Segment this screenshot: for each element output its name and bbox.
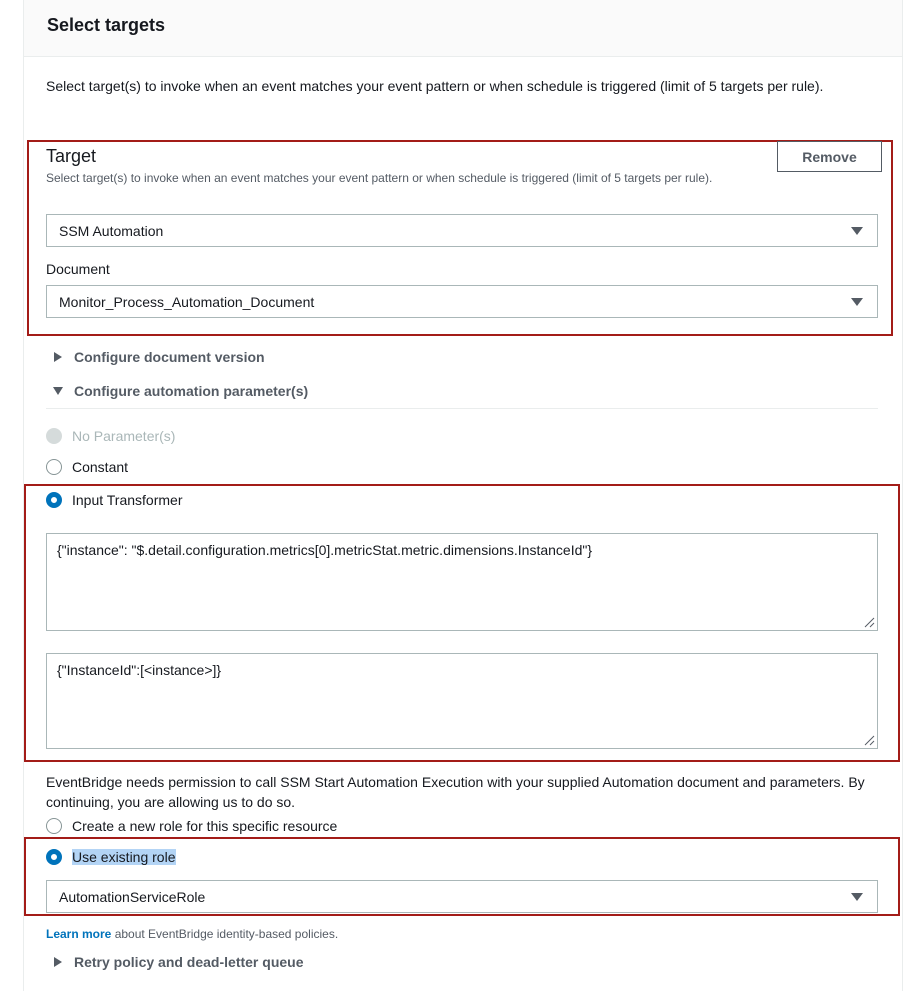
expander-label: Configure automation parameter(s) bbox=[74, 383, 309, 399]
radio-button bbox=[46, 849, 62, 865]
radio-create-new-role[interactable]: Create a new role for this specific reso… bbox=[46, 818, 337, 834]
divider bbox=[46, 408, 878, 409]
document-label: Document bbox=[46, 261, 110, 277]
radio-button bbox=[46, 428, 62, 444]
role-select[interactable]: AutomationServiceRole bbox=[46, 880, 878, 913]
radio-input-transformer[interactable]: Input Transformer bbox=[46, 492, 183, 508]
radio-label: No Parameter(s) bbox=[72, 428, 176, 444]
target-type-select[interactable]: SSM Automation bbox=[46, 214, 878, 247]
radio-use-existing-role[interactable]: Use existing role bbox=[46, 849, 176, 865]
input-path-value: {"instance": "$.detail.configuration.met… bbox=[57, 542, 593, 558]
retry-policy-expander[interactable]: Retry policy and dead-letter queue bbox=[54, 954, 304, 970]
input-template-value: {"InstanceId":[<instance>]} bbox=[57, 662, 222, 678]
radio-label: Constant bbox=[72, 459, 129, 475]
radio-label: Use existing role bbox=[72, 849, 176, 865]
document-select[interactable]: Monitor_Process_Automation_Document bbox=[46, 285, 878, 318]
caret-right-icon bbox=[54, 352, 62, 362]
radio-no-parameters[interactable]: No Parameter(s) bbox=[46, 428, 175, 444]
radio-button bbox=[46, 818, 62, 834]
resize-handle-icon[interactable] bbox=[863, 616, 875, 628]
input-path-textarea[interactable]: {"instance": "$.detail.configuration.met… bbox=[46, 533, 878, 631]
panel-header: Select targets bbox=[24, 0, 902, 57]
caret-down-icon bbox=[851, 227, 863, 235]
target-title: Target bbox=[46, 146, 97, 166]
caret-down-icon bbox=[851, 298, 863, 306]
configure-document-version-expander[interactable]: Configure document version bbox=[54, 349, 265, 365]
learn-more-suffix: about EventBridge identity-based policie… bbox=[111, 927, 339, 941]
input-template-textarea[interactable]: {"InstanceId":[<instance>]} bbox=[46, 653, 878, 749]
target-type-value: SSM Automation bbox=[59, 222, 164, 239]
caret-down-icon bbox=[53, 387, 63, 395]
target-description: Select target(s) to invoke when an event… bbox=[46, 171, 713, 185]
configure-automation-parameters-expander[interactable]: Configure automation parameter(s) bbox=[53, 383, 308, 399]
caret-down-icon bbox=[851, 893, 863, 901]
learn-more-text: Learn more about EventBridge identity-ba… bbox=[46, 927, 338, 941]
expander-label: Configure document version bbox=[74, 349, 265, 365]
radio-constant[interactable]: Constant bbox=[46, 459, 128, 475]
section-description: Select target(s) to invoke when an event… bbox=[46, 78, 824, 94]
remove-button[interactable]: Remove bbox=[777, 141, 882, 172]
panel-title: Select targets bbox=[47, 15, 166, 35]
learn-more-link[interactable]: Learn more bbox=[46, 927, 111, 941]
document-value: Monitor_Process_Automation_Document bbox=[59, 293, 315, 310]
radio-button bbox=[46, 459, 62, 475]
expander-label: Retry policy and dead-letter queue bbox=[74, 954, 304, 970]
permission-description: EventBridge needs permission to call SSM… bbox=[46, 774, 865, 810]
radio-button bbox=[46, 492, 62, 508]
resize-handle-icon[interactable] bbox=[863, 734, 875, 746]
caret-right-icon bbox=[54, 957, 62, 967]
role-value: AutomationServiceRole bbox=[59, 888, 206, 905]
radio-label: Create a new role for this specific reso… bbox=[72, 818, 338, 834]
radio-label: Input Transformer bbox=[72, 492, 183, 508]
